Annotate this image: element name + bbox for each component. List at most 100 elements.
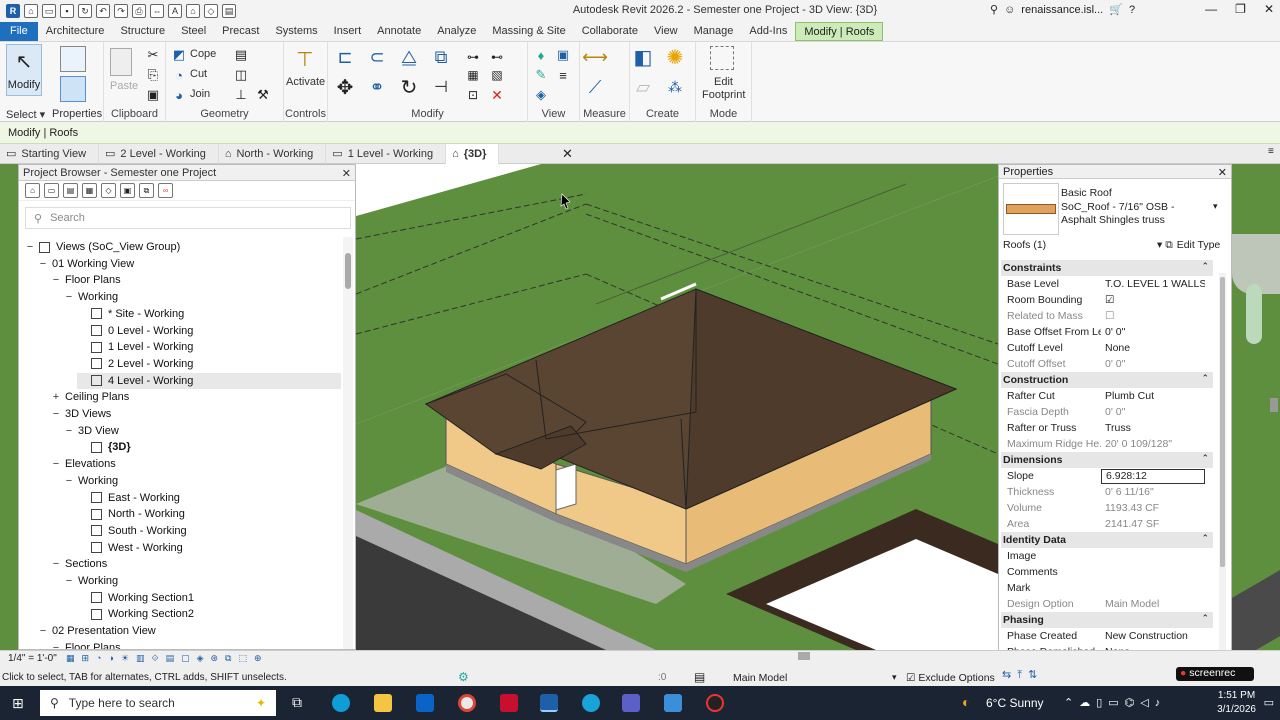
- print-icon[interactable]: ⎙: [132, 4, 146, 18]
- selection-filter-icons[interactable]: ⇆⤒⇅: [1002, 668, 1043, 682]
- file-explorer-icon[interactable]: [374, 694, 392, 712]
- property-group[interactable]: Construction ⌃: [1001, 372, 1213, 388]
- system-tray-icons[interactable]: ⌃☁▯▭⌬◁♪: [1064, 696, 1166, 709]
- property-row[interactable]: Volume 1193.43 CF: [1001, 500, 1205, 516]
- property-row[interactable]: Phase Created New Construction: [1001, 628, 1205, 644]
- save-icon[interactable]: ▪: [60, 4, 74, 18]
- collapse-group-icon[interactable]: ⌃: [1201, 453, 1209, 464]
- property-group[interactable]: Dimensions ⌃: [1001, 452, 1213, 468]
- tree-item[interactable]: −3D View: [64, 423, 119, 439]
- property-value-input[interactable]: 6.928:12: [1101, 468, 1205, 484]
- tree-item[interactable]: Working Section2: [77, 606, 194, 622]
- cut-scissors-icon[interactable]: ✂: [144, 46, 162, 64]
- collapse-icon[interactable]: −: [64, 473, 74, 489]
- property-row[interactable]: Image: [1001, 548, 1205, 564]
- create-assembly-icon[interactable]: ▱: [634, 77, 652, 97]
- links-icon[interactable]: ⧉: [139, 183, 154, 198]
- dimension-icon[interactable]: ⟋: [586, 77, 604, 97]
- view-tab-2[interactable]: ⌂ North - Working: [219, 143, 327, 164]
- property-row[interactable]: Mark: [1001, 580, 1205, 596]
- tree-item[interactable]: − Floor Plans: [51, 640, 121, 649]
- tree-item[interactable]: −3D Views: [51, 406, 111, 422]
- type-selector[interactable]: Basic Roof SoC_Roof - 7/16" OSB - Asphal…: [1061, 187, 1211, 228]
- linework-icon[interactable]: ✎: [532, 66, 550, 84]
- tree-item[interactable]: North - Working: [77, 506, 185, 522]
- collapse-group-icon[interactable]: ⌃: [1201, 533, 1209, 544]
- property-group[interactable]: Identity Data ⌃: [1001, 532, 1213, 548]
- property-group[interactable]: Phasing ⌃: [1001, 612, 1213, 628]
- cope-button[interactable]: Cope: [190, 48, 216, 60]
- collapse-icon[interactable]: −: [25, 239, 35, 255]
- menu-tab-precast[interactable]: Precast: [214, 22, 267, 41]
- collapse-icon[interactable]: −: [64, 423, 74, 439]
- active-design-option[interactable]: Main Model: [733, 672, 787, 684]
- view-tab-0[interactable]: ▭ Starting View: [0, 143, 100, 164]
- cope-icon[interactable]: ◩: [170, 46, 188, 64]
- task-view-icon[interactable]: ⧉: [292, 694, 302, 711]
- collapse-group-icon[interactable]: ⌃: [1201, 373, 1209, 384]
- tree-item[interactable]: − Sections: [51, 556, 107, 572]
- menu-tab-insert[interactable]: Insert: [326, 22, 370, 41]
- property-value[interactable]: 0' 0": [1101, 326, 1205, 338]
- collapse-icon[interactable]: −: [51, 456, 61, 472]
- property-row[interactable]: Cutoff Offset 0' 0": [1001, 356, 1205, 372]
- screenrec-icon[interactable]: [706, 694, 724, 712]
- menu-tab-file[interactable]: File: [0, 22, 38, 41]
- menu-tab-steel[interactable]: Steel: [173, 22, 214, 41]
- weather-text[interactable]: 6°C Sunny: [986, 696, 1044, 710]
- tree-item[interactable]: 4 Level - Working: [77, 372, 341, 389]
- tree-item[interactable]: South - Working: [77, 523, 187, 539]
- menu-tab-analyze[interactable]: Analyze: [429, 22, 484, 41]
- view-icon[interactable]: ▭: [44, 183, 59, 198]
- rotate-icon[interactable]: ↻: [400, 77, 418, 99]
- property-row[interactable]: Base Level T.O. LEVEL 1 WALLS: [1001, 276, 1205, 292]
- override-icon[interactable]: ▣: [554, 46, 572, 64]
- weather-icon[interactable]: ◐: [962, 694, 970, 710]
- split-face-icon[interactable]: ▤: [232, 46, 250, 64]
- tree-item[interactable]: Working Section1: [77, 590, 194, 606]
- tree-item[interactable]: −02 Presentation View: [38, 623, 156, 639]
- viewport-scrollbar[interactable]: [1270, 398, 1278, 412]
- outlook-icon[interactable]: [416, 694, 434, 712]
- menu-tab-structure[interactable]: Structure: [112, 22, 173, 41]
- edit-type-button[interactable]: ▾ ⧉ Edit Type: [1157, 239, 1220, 252]
- tree-item[interactable]: * Site - Working: [77, 306, 184, 322]
- redo-icon[interactable]: ↷: [114, 4, 128, 18]
- user-icon[interactable]: ☺: [1004, 4, 1015, 16]
- create-part-icon[interactable]: ◧: [634, 47, 653, 69]
- menu-tab-manage[interactable]: Manage: [686, 22, 742, 41]
- create-group-icon[interactable]: ✺: [666, 47, 684, 69]
- collapse-icon[interactable]: −: [38, 623, 48, 639]
- windows-start-icon[interactable]: ⊞: [12, 695, 24, 712]
- tree-item[interactable]: + Ceiling Plans: [51, 389, 129, 405]
- tree-item[interactable]: − Working: [64, 289, 118, 305]
- home-icon[interactable]: ⌂: [24, 4, 38, 18]
- activate-icon[interactable]: ⊤: [296, 49, 314, 71]
- array-icon[interactable]: ▦: [464, 66, 482, 84]
- property-row[interactable]: Slope 6.928:12: [1001, 468, 1205, 484]
- instance-filter[interactable]: Roofs (1): [1003, 239, 1046, 251]
- teams-icon[interactable]: [622, 694, 640, 712]
- demolish-icon[interactable]: ⚒: [254, 86, 272, 104]
- property-value[interactable]: ☑: [1101, 294, 1205, 306]
- edge-icon[interactable]: [332, 694, 350, 712]
- menu-tab-annotate[interactable]: Annotate: [369, 22, 429, 41]
- join-icon[interactable]: ◕: [170, 86, 188, 104]
- menu-tab-systems[interactable]: Systems: [267, 22, 325, 41]
- link-icon[interactable]: ∞: [158, 183, 173, 198]
- tree-item[interactable]: 1 Level - Working: [77, 339, 193, 355]
- collapse-icon[interactable]: −: [38, 256, 48, 272]
- revit-taskbar-icon[interactable]: [540, 694, 558, 712]
- property-row[interactable]: Thickness 0' 6 11/16": [1001, 484, 1205, 500]
- menu-tab-architecture[interactable]: Architecture: [38, 22, 113, 41]
- cart-icon[interactable]: 🛒: [1109, 3, 1123, 16]
- photos-icon[interactable]: [664, 694, 682, 712]
- edit-footprint-button[interactable]: Edit: [714, 76, 733, 88]
- minimize-icon[interactable]: —: [1205, 2, 1217, 16]
- tree-item[interactable]: 2 Level - Working: [77, 356, 193, 372]
- tree-item[interactable]: East - Working: [77, 490, 180, 506]
- visibility-icon[interactable]: ≡: [554, 66, 572, 84]
- maximize-icon[interactable]: ❐: [1235, 2, 1246, 16]
- align-icon[interactable]: ⊏: [336, 47, 354, 67]
- copy-element-icon[interactable]: ⚭: [368, 77, 386, 97]
